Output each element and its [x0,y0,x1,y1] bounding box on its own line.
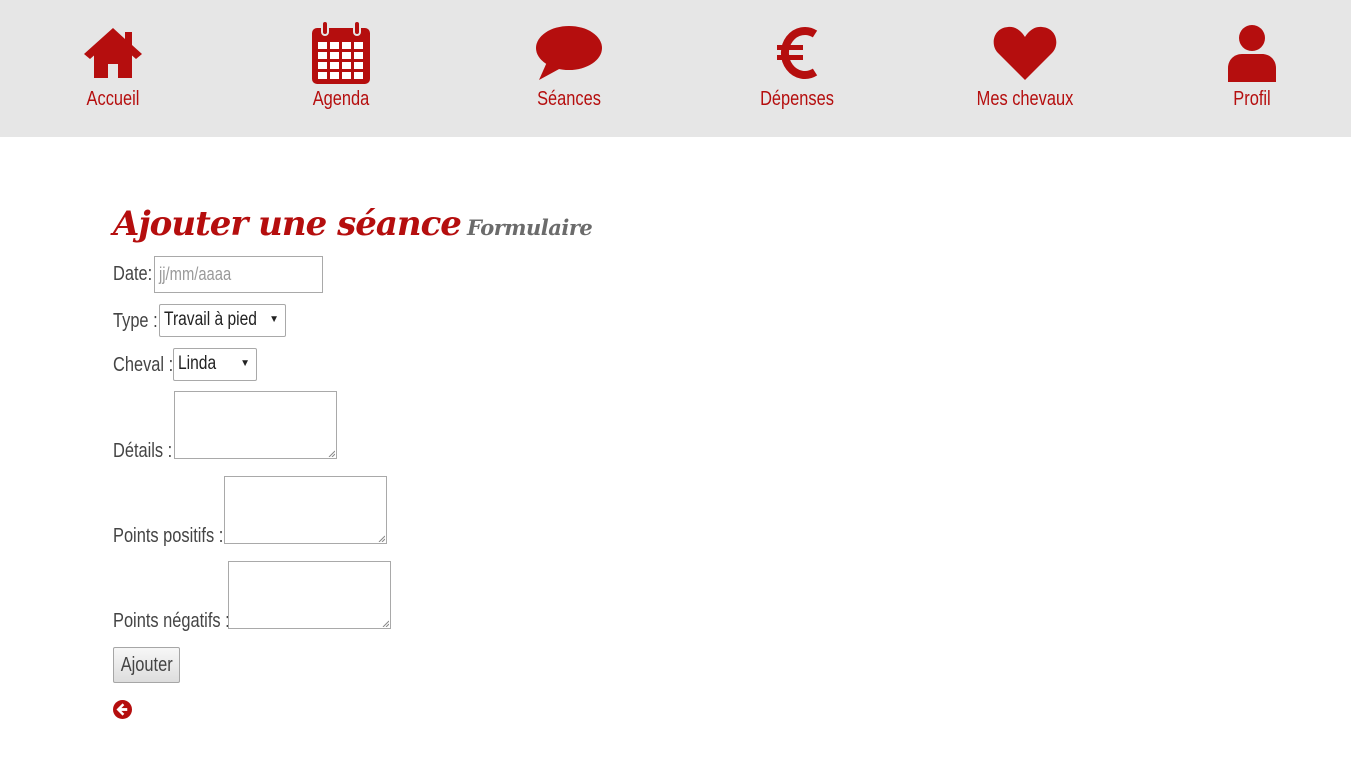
nav-item-agenda[interactable]: Agenda [261,0,421,137]
nav-item-accueil[interactable]: Accueil [33,0,193,137]
page-title: Ajouter une séance [113,204,462,244]
negatifs-label: Points négatifs : [113,610,230,632]
nav-label-agenda: Agenda [312,88,370,110]
resize-grip-icon[interactable] [377,534,385,542]
cheval-select[interactable]: Linda ▼ [173,348,257,381]
negatifs-textarea[interactable] [228,561,391,629]
top-navigation: Accueil Agenda Séances Dépenses Mes chev… [0,0,1351,137]
cheval-select-value: Linda [178,353,217,374]
type-select-value: Travail à pied [164,309,257,330]
nav-item-mes-chevaux[interactable]: Mes chevaux [945,0,1105,137]
type-select[interactable]: Travail à pied ▼ [159,304,286,337]
nav-label-depenses: Dépenses [760,88,834,110]
details-label: Détails : [113,440,173,462]
user-icon [1217,18,1287,88]
add-button-label: Ajouter [120,654,173,676]
page-heading: Ajouter une séance Formulaire [113,204,593,244]
positifs-textarea[interactable] [224,476,387,544]
positifs-label: Points positifs : [113,525,224,547]
nav-label-mes-chevaux: Mes chevaux [976,88,1074,110]
resize-grip-icon[interactable] [327,449,335,457]
resize-grip-icon[interactable] [381,619,389,627]
date-input[interactable]: jj/mm/aaaa [154,256,323,293]
page-subtitle: Formulaire [466,215,593,240]
nav-label-seances: Séances [537,88,601,110]
dropdown-arrow-icon: ▼ [240,358,250,369]
calendar-icon [306,18,376,88]
cheval-label: Cheval : [113,354,174,376]
dropdown-arrow-icon: ▼ [269,314,279,325]
nav-label-profil: Profil [1233,88,1271,110]
speech-bubble-icon [534,18,604,88]
date-placeholder: jj/mm/aaaa [159,264,232,284]
nav-item-profil[interactable]: Profil [1172,0,1332,137]
nav-item-depenses[interactable]: Dépenses [717,0,877,137]
nav-label-accueil: Accueil [86,88,140,110]
euro-icon [762,18,832,88]
back-arrow-icon[interactable] [113,700,132,719]
heart-icon [990,18,1060,88]
home-icon [78,18,148,88]
add-button[interactable]: Ajouter [113,647,180,683]
details-textarea[interactable] [174,391,337,459]
nav-item-seances[interactable]: Séances [489,0,649,137]
type-label: Type : [113,310,158,332]
date-label: Date: [113,263,153,285]
